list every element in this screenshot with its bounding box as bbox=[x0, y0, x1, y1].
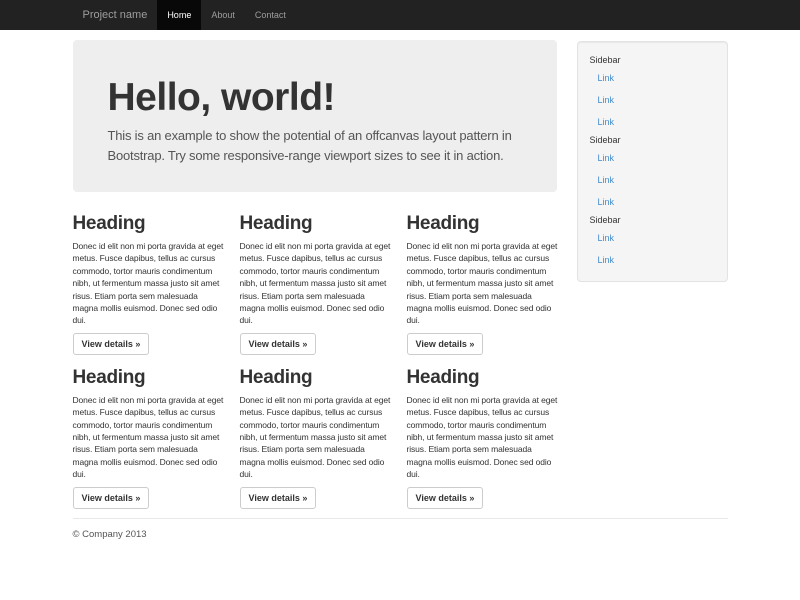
view-details-button[interactable]: View details » bbox=[407, 333, 484, 355]
navbar: Project name HomeAboutContact bbox=[0, 0, 800, 30]
jumbotron: Hello, world! This is an example to show… bbox=[73, 40, 557, 192]
nav-item-contact[interactable]: Contact bbox=[245, 0, 296, 30]
view-details-button[interactable]: View details » bbox=[240, 487, 317, 509]
card-body-text: Donec id elit non mi porta gravida at eg… bbox=[240, 394, 391, 481]
nav-item-home[interactable]: Home bbox=[157, 0, 201, 30]
sidebar-link[interactable]: Link bbox=[590, 89, 715, 111]
sidebar-link[interactable]: Link bbox=[590, 169, 715, 191]
view-details-button[interactable]: View details » bbox=[73, 333, 150, 355]
view-details-button[interactable]: View details » bbox=[240, 333, 317, 355]
card-body-text: Donec id elit non mi porta gravida at eg… bbox=[407, 394, 558, 481]
view-details-button[interactable]: View details » bbox=[407, 487, 484, 509]
card-body-text: Donec id elit non mi porta gravida at eg… bbox=[73, 240, 224, 327]
card-heading: Heading bbox=[240, 213, 391, 234]
sidebar-heading: Sidebar bbox=[590, 133, 715, 147]
jumbotron-description: This is an example to show the potential… bbox=[108, 126, 522, 166]
content-card: Heading Donec id elit non mi porta gravi… bbox=[73, 367, 224, 509]
navbar-container: Project name HomeAboutContact bbox=[73, 0, 728, 30]
copyright-text: © Company 2013 bbox=[73, 529, 728, 540]
card-heading: Heading bbox=[240, 367, 391, 388]
view-details-button[interactable]: View details » bbox=[73, 487, 150, 509]
card-heading: Heading bbox=[73, 367, 224, 388]
sidebar-link[interactable]: Link bbox=[590, 147, 715, 169]
card-body-text: Donec id elit non mi porta gravida at eg… bbox=[73, 394, 224, 481]
sidebar-link[interactable]: Link bbox=[590, 67, 715, 89]
card-heading: Heading bbox=[407, 367, 558, 388]
content-card: Heading Donec id elit non mi porta gravi… bbox=[407, 213, 558, 355]
content-card: Heading Donec id elit non mi porta gravi… bbox=[73, 213, 224, 355]
card-heading: Heading bbox=[73, 213, 224, 234]
sidebar-well: SidebarLinkLinkLinkSidebarLinkLinkLinkSi… bbox=[577, 41, 728, 282]
page-container: Hello, world! This is an example to show… bbox=[73, 40, 728, 580]
sidebar-link[interactable]: Link bbox=[590, 111, 715, 133]
navbar-menu: HomeAboutContact bbox=[157, 0, 296, 30]
sidebar-link[interactable]: Link bbox=[590, 227, 715, 249]
content-card: Heading Donec id elit non mi porta gravi… bbox=[240, 213, 391, 355]
navbar-brand[interactable]: Project name bbox=[73, 0, 158, 30]
card-body-text: Donec id elit non mi porta gravida at eg… bbox=[407, 240, 558, 327]
page-title: Hello, world! bbox=[108, 77, 522, 118]
card-body-text: Donec id elit non mi porta gravida at eg… bbox=[240, 240, 391, 327]
content-row: Hello, world! This is an example to show… bbox=[73, 40, 728, 509]
cards-row-1: Heading Donec id elit non mi porta gravi… bbox=[73, 213, 557, 355]
nav-item-about[interactable]: About bbox=[201, 0, 245, 30]
sidebar-link[interactable]: Link bbox=[590, 191, 715, 213]
cards-row-2: Heading Donec id elit non mi porta gravi… bbox=[73, 367, 557, 509]
page-footer: © Company 2013 bbox=[73, 519, 728, 580]
content-card: Heading Donec id elit non mi porta gravi… bbox=[240, 367, 391, 509]
sidebar-heading: Sidebar bbox=[590, 53, 715, 67]
sidebar-link[interactable]: Link bbox=[590, 249, 715, 271]
card-heading: Heading bbox=[407, 213, 558, 234]
main-column: Hello, world! This is an example to show… bbox=[73, 40, 557, 509]
content-card: Heading Donec id elit non mi porta gravi… bbox=[407, 367, 558, 509]
sidebar-heading: Sidebar bbox=[590, 213, 715, 227]
